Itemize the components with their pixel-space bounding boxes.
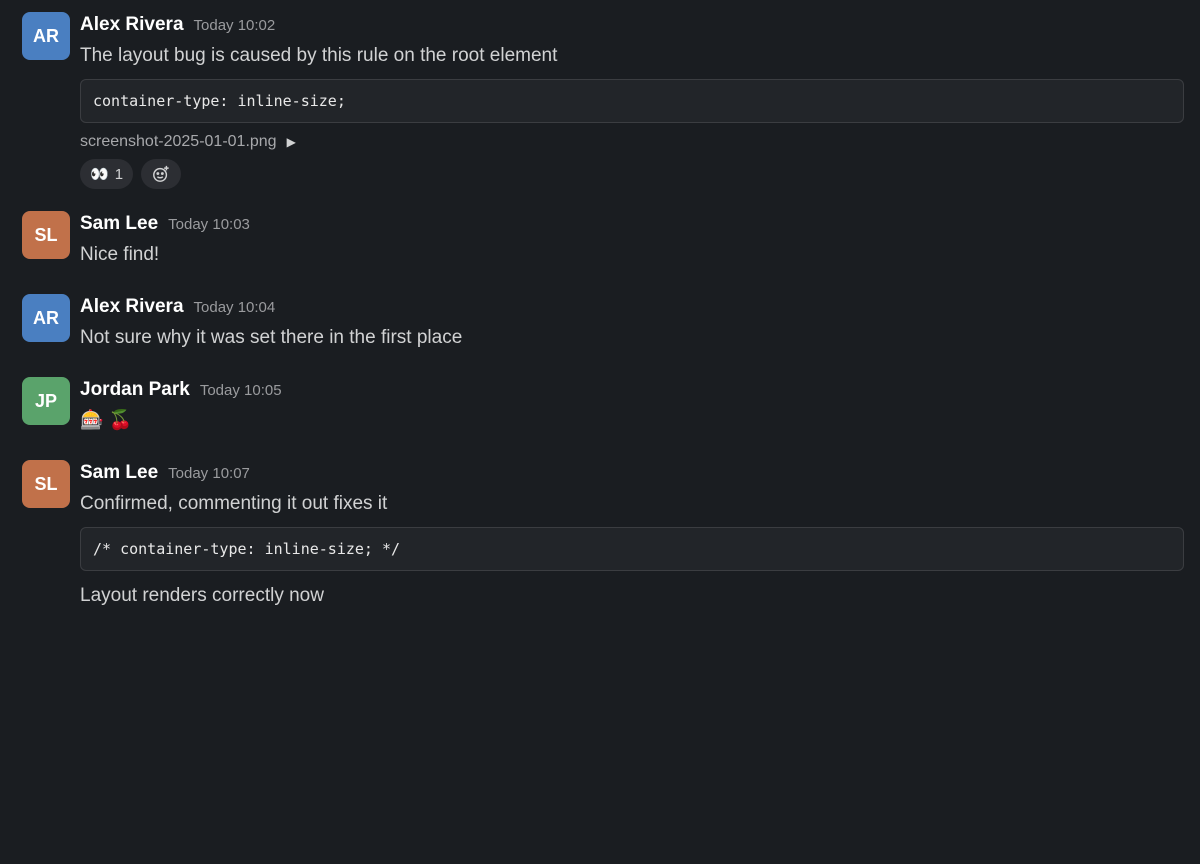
file-name[interactable]: screenshot-2025-01-01.png bbox=[80, 133, 277, 151]
message-text: Not sure why it was set there in the fir… bbox=[80, 327, 463, 348]
sender-name[interactable]: Sam Lee bbox=[80, 211, 158, 237]
message-text: Nice find! bbox=[80, 244, 160, 265]
message-body: Jordan Park Today 10:05 🎰 🍒 bbox=[80, 377, 1184, 438]
message-text: Layout renders correctly now bbox=[80, 585, 324, 606]
message-body: Alex Rivera Today 10:02 The layout bug is … bbox=[80, 12, 1184, 189]
code-block: /* container-type: inline-size; */ bbox=[80, 527, 1184, 571]
add-reaction-icon bbox=[151, 164, 171, 184]
sender-name[interactable]: Alex Rivera bbox=[80, 12, 184, 38]
message-text: The layout bug is caused by this rule on… bbox=[80, 45, 558, 66]
message-header: Sam Lee Today 10:07 bbox=[80, 460, 1184, 487]
message: AR Alex Rivera Today 10:04 Not sure why it … bbox=[22, 294, 1184, 355]
reaction-emoji: 👀 bbox=[90, 166, 109, 183]
message-feed: AR Alex Rivera Today 10:02 The layout bug i… bbox=[0, 0, 1200, 864]
avatar[interactable]: SL bbox=[22, 460, 70, 508]
timestamp[interactable]: Today 10:07 bbox=[168, 461, 250, 487]
message-header: Alex Rivera Today 10:04 bbox=[80, 294, 1184, 321]
timestamp[interactable]: Today 10:02 bbox=[194, 13, 276, 39]
message-header: Sam Lee Today 10:03 bbox=[80, 211, 1184, 238]
avatar[interactable]: AR bbox=[22, 12, 70, 60]
sender-name[interactable]: Sam Lee bbox=[80, 460, 158, 486]
message: AR Alex Rivera Today 10:02 The layout bug i… bbox=[22, 12, 1184, 189]
message-text: 🎰 🍒 bbox=[80, 410, 133, 431]
sender-name[interactable]: Alex Rivera bbox=[80, 294, 184, 320]
reactions: 👀 1 bbox=[80, 159, 1184, 189]
add-reaction-button[interactable] bbox=[141, 159, 182, 189]
sender-name[interactable]: Jordan Park bbox=[80, 377, 190, 403]
avatar[interactable]: AR bbox=[22, 294, 70, 342]
reaction-count: 1 bbox=[114, 165, 124, 183]
message-body: Sam Lee Today 10:07 Confirmed, commenting … bbox=[80, 460, 1184, 613]
message-header: Jordan Park Today 10:05 bbox=[80, 377, 1184, 404]
timestamp[interactable]: Today 10:03 bbox=[168, 212, 250, 238]
code-block: container-type: inline-size; bbox=[80, 79, 1184, 123]
timestamp[interactable]: Today 10:04 bbox=[194, 295, 276, 321]
reaction-chip[interactable]: 👀 1 bbox=[80, 159, 134, 189]
avatar[interactable]: JP bbox=[22, 377, 70, 425]
message: SL Sam Lee Today 10:07 Confirmed, commentin… bbox=[22, 460, 1184, 613]
message-body: Sam Lee Today 10:03 Nice find! bbox=[80, 211, 1184, 272]
timestamp[interactable]: Today 10:05 bbox=[200, 378, 282, 404]
expand-toggle-icon[interactable]: ▶ bbox=[287, 135, 296, 149]
file-attachment: screenshot-2025-01-01.png ▶ bbox=[80, 133, 1184, 151]
avatar[interactable]: SL bbox=[22, 211, 70, 259]
message-body: Alex Rivera Today 10:04 Not sure why it wa… bbox=[80, 294, 1184, 355]
message: JP Jordan Park Today 10:05 🎰 🍒 bbox=[22, 377, 1184, 438]
message-header: Alex Rivera Today 10:02 bbox=[80, 12, 1184, 39]
message: SL Sam Lee Today 10:03 Nice find! bbox=[22, 211, 1184, 272]
message-text: Confirmed, commenting it out fixes it bbox=[80, 493, 388, 514]
